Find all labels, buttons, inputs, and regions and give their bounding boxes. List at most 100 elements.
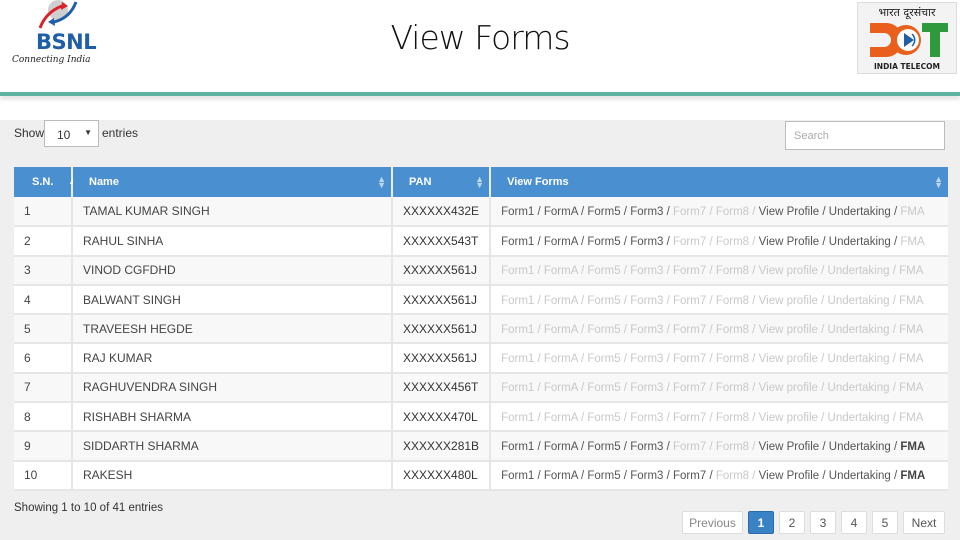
form-link-fma[interactable]: FMA (900, 470, 925, 482)
column-header-view-forms[interactable]: View Forms ▲ ▼ (490, 167, 948, 197)
form-separator: / (890, 470, 901, 483)
form-link-form5[interactable]: Form5 (587, 236, 620, 248)
cell-pan: XXXXXX470L (392, 402, 492, 433)
cell-sn: 4 (14, 284, 73, 316)
chevron-down-icon: ▼ (84, 128, 92, 137)
form-separator: / (620, 206, 631, 219)
form-separator: / (663, 353, 674, 366)
form-separator: / (620, 470, 631, 483)
form-link-view-profile[interactable]: View Profile (759, 470, 820, 482)
form-link-form5[interactable]: Form5 (587, 470, 620, 482)
cell-view-forms: Form1 / FormA / Form5 / Form3 / Form7 / … (490, 460, 948, 491)
form-link-form5[interactable]: Form5 (587, 206, 620, 218)
page-button-3[interactable]: 3 (810, 511, 836, 534)
form-link-form1[interactable]: Form1 (501, 470, 534, 482)
cell-pan: XXXXXX561J (392, 255, 492, 286)
form-link-forma: FormA (543, 323, 578, 336)
form-separator: / (706, 235, 716, 248)
form-separator: / (819, 441, 829, 454)
form-link-forma[interactable]: FormA (544, 441, 578, 453)
form-link-form3[interactable]: Form3 (630, 470, 663, 482)
form-link-form8: Form8 (715, 235, 750, 248)
form-separator: / (817, 411, 828, 424)
form-link-forma[interactable]: FormA (544, 470, 578, 482)
column-header-name[interactable]: Name ▲ ▼ (72, 167, 393, 197)
form-separator: / (663, 206, 674, 219)
form-link-form1[interactable]: Form1 (501, 236, 534, 248)
cell-sn: 8 (14, 402, 73, 433)
form-link-form1[interactable]: Form1 (501, 441, 534, 453)
previous-page-button[interactable]: Previous (682, 511, 743, 534)
form-link-undertaking[interactable]: Undertaking (829, 206, 891, 218)
form-separator: / (890, 206, 901, 219)
cell-name: RAGHUVENDRA SINGH (72, 372, 393, 404)
form-link-undertaking[interactable]: Undertaking (829, 441, 891, 453)
column-header-pan[interactable]: PAN ▲ ▼ (392, 167, 492, 197)
form-link-form5[interactable]: Form5 (587, 441, 620, 453)
form-link-form7: Form7 (673, 441, 707, 454)
form-separator: / (534, 382, 544, 395)
form-link-form3[interactable]: Form3 (630, 236, 663, 248)
form-link-forma[interactable]: FormA (544, 206, 578, 218)
form-separator: / (663, 294, 674, 307)
form-link-form7: Form7 (673, 411, 707, 424)
form-link-form7: Form7 (673, 235, 707, 248)
form-link-form5: Form5 (587, 353, 621, 366)
cell-pan: XXXXXX543T (392, 226, 492, 257)
form-link-form1[interactable]: Form1 (501, 206, 534, 218)
column-header-sn[interactable]: S.N. ▲ (14, 167, 77, 197)
cell-view-forms: Form1 / FormA / Form5 / Form3 / Form7 / … (490, 402, 948, 433)
page-length-select[interactable]: 10 ▼ (44, 120, 99, 147)
form-link-fma[interactable]: FMA (900, 441, 925, 453)
form-link-form7: Form7 (673, 382, 707, 395)
cell-pan: XXXXXX561J (392, 343, 492, 374)
form-link-form8: Form8 (715, 206, 750, 219)
form-separator: / (620, 323, 631, 336)
form-link-undertaking: Undertaking (827, 294, 890, 307)
form-link-undertaking[interactable]: Undertaking (829, 236, 891, 248)
form-link-forma[interactable]: FormA (544, 236, 578, 248)
form-separator: / (749, 382, 759, 395)
form-separator: / (749, 411, 759, 424)
form-link-form3: Form3 (630, 353, 664, 366)
table-row: 10 RAKESH XXXXXX480L Form1 / FormA / Form5 … (14, 460, 948, 491)
form-separator: / (817, 382, 828, 395)
form-link-view-profile[interactable]: View Profile (759, 236, 820, 248)
form-link-form1: Form1 (501, 323, 535, 336)
form-link-undertaking: Undertaking (827, 411, 890, 424)
form-link-form3[interactable]: Form3 (630, 441, 663, 453)
form-link-view-profile[interactable]: View Profile (759, 441, 820, 453)
form-link-undertaking: Undertaking (827, 323, 890, 336)
form-link-form1: Form1 (501, 294, 535, 307)
form-link-form7[interactable]: Form7 (673, 470, 706, 482)
form-separator: / (534, 206, 544, 219)
form-separator: / (620, 411, 631, 424)
form-link-form3[interactable]: Form3 (630, 206, 663, 218)
header-divider (0, 92, 960, 96)
form-separator: / (706, 353, 716, 366)
form-link-form5: Form5 (587, 265, 621, 278)
form-link-form5: Form5 (587, 323, 621, 336)
form-link-undertaking[interactable]: Undertaking (829, 470, 891, 482)
cell-sn: 10 (14, 460, 73, 491)
form-link-view-profile: View profile (758, 265, 818, 278)
page-button-5[interactable]: 5 (872, 511, 898, 534)
sort-both-icon: ▲ ▼ (475, 174, 485, 190)
table-info: Showing 1 to 10 of 41 entries (14, 502, 163, 514)
form-separator: / (534, 353, 544, 366)
page-button-4[interactable]: 4 (841, 511, 867, 534)
table-row: 8 RISHABH SHARMA XXXXXX470L Form1 / FormA /… (14, 402, 948, 433)
page-button-2[interactable]: 2 (779, 511, 805, 534)
search-input[interactable] (785, 121, 945, 150)
form-link-form3: Form3 (630, 294, 664, 307)
page-button-1[interactable]: 1 (748, 511, 774, 534)
form-separator: / (663, 323, 674, 336)
next-page-button[interactable]: Next (903, 511, 945, 534)
page-title: View Forms (390, 18, 570, 57)
form-link-fma: FMA (899, 411, 924, 424)
form-link-view-profile[interactable]: View Profile (759, 206, 820, 218)
form-separator: / (706, 323, 716, 336)
form-separator: / (819, 470, 829, 483)
form-link-form1: Form1 (501, 382, 535, 395)
form-separator: / (749, 265, 759, 278)
